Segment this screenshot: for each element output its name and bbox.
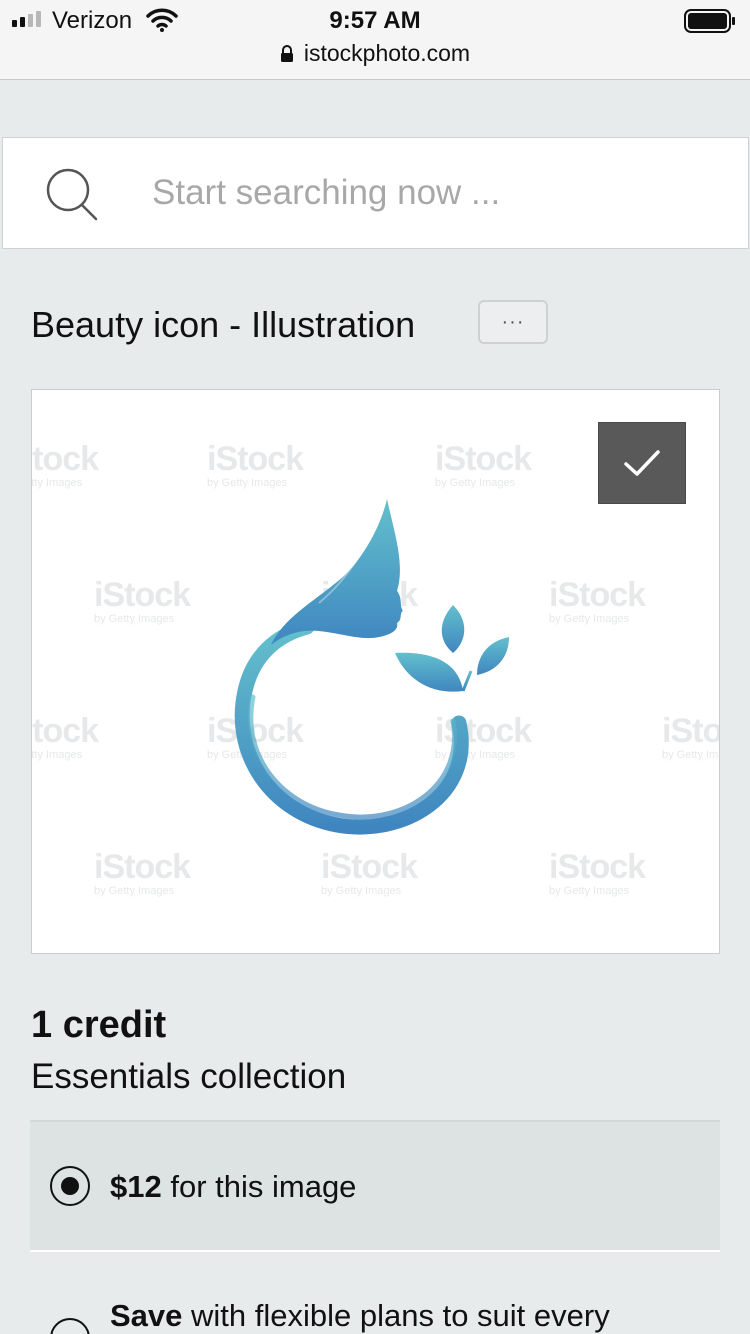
watermark: iStockby Getty Images [549, 576, 646, 625]
watermark: iStockby Getty Images [549, 848, 646, 897]
watermark: iStockby Getty Images [94, 848, 191, 897]
more-options-icon: ··· [501, 311, 525, 333]
watermark: iStockby Getty Images [94, 576, 191, 625]
radio-flexible-plans[interactable] [50, 1318, 90, 1334]
watermark: iStockby Getty Images [662, 712, 719, 761]
battery-icon [684, 9, 735, 33]
watermark: iStockby Getty Images [321, 848, 418, 897]
address-bar[interactable]: istockphoto.com [0, 40, 750, 67]
beauty-face-leaf-illustration [234, 499, 509, 835]
option-single-image-label: $12 for this image [110, 1169, 357, 1204]
page-title: Beauty icon - Illustration [31, 304, 416, 345]
option-flexible-plans-label[interactable]: Save with flexible plans to suit every [110, 1298, 610, 1334]
credit-cost: 1 credit [31, 1004, 167, 1046]
checkmark-icon [624, 450, 660, 476]
watermark: iStockby Getty Images [31, 440, 99, 489]
collection-name: Essentials collection [31, 1057, 347, 1096]
more-options-button[interactable]: ··· [478, 300, 548, 344]
radio-selected-dot [61, 1177, 79, 1195]
status-bar: Verizon 9:57 AM istockphoto.com [0, 0, 750, 80]
watermark: iStockby Getty Images [435, 440, 532, 489]
search-icon[interactable] [44, 168, 100, 222]
watermark: iStockby Getty Images [31, 712, 99, 761]
url-text: istockphoto.com [303, 40, 471, 66]
radio-single-image[interactable] [50, 1166, 90, 1206]
status-time: 9:57 AM [329, 7, 421, 34]
divider [30, 1250, 720, 1252]
select-image-checkbox[interactable] [598, 422, 686, 504]
lock-icon [280, 44, 293, 62]
search-input[interactable] [152, 160, 712, 226]
watermark: iStockby Getty Images [207, 440, 304, 489]
